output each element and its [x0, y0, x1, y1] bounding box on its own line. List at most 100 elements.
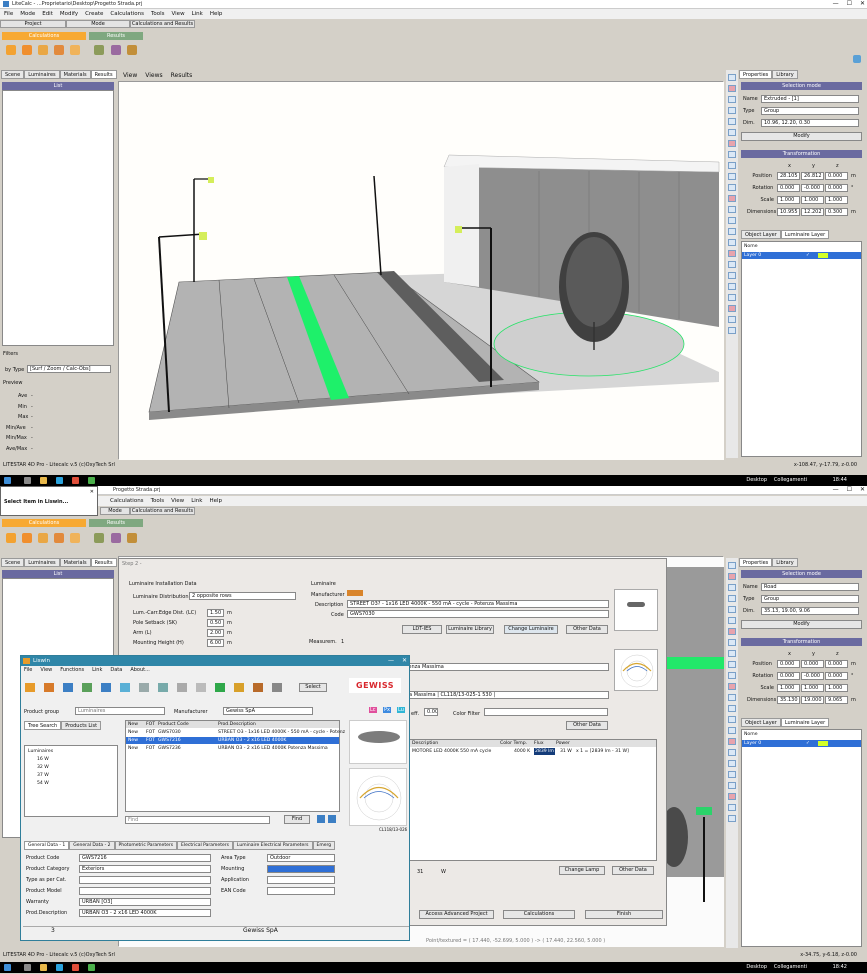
finish-button[interactable]: Finish [585, 910, 663, 919]
liswin-menu-item[interactable]: Data [110, 667, 122, 673]
transform-field[interactable]: 0.000 [801, 660, 824, 668]
tool-icon[interactable] [728, 683, 736, 690]
transform-field[interactable]: 0.000 [825, 660, 848, 668]
tool-icon[interactable] [728, 694, 736, 701]
tool-icon[interactable] [728, 804, 736, 811]
tool-icon[interactable] [728, 140, 736, 147]
menu-item[interactable]: View [172, 11, 185, 17]
layer-color-swatch-2[interactable] [818, 741, 828, 746]
gd-field[interactable]: Exteriors [79, 865, 211, 873]
px-badge[interactable]: Px [383, 707, 391, 713]
tab-library[interactable]: Library [772, 70, 798, 79]
transform-field[interactable]: 1.000 [825, 684, 848, 692]
tool-icon[interactable] [728, 562, 736, 569]
tool-icon[interactable] [728, 305, 736, 312]
find-button[interactable]: Find [284, 815, 310, 824]
results-icon-1b[interactable] [94, 533, 104, 543]
transform-field[interactable]: 1.000 [777, 196, 800, 204]
tab-properties-2[interactable]: Properties [739, 558, 773, 567]
liswin-tool-icon[interactable] [120, 683, 130, 692]
tool-icon[interactable] [728, 606, 736, 613]
layer-list-2[interactable]: Nome Layer 0 ✓ [741, 729, 862, 947]
prop-field[interactable]: Road [761, 583, 859, 591]
tool-icon[interactable] [728, 815, 736, 822]
general-tab[interactable]: Emerg [312, 841, 336, 850]
gd-right-field[interactable] [267, 887, 335, 895]
maximize-icon-2[interactable]: ☐ [847, 486, 852, 493]
task-icon-2[interactable] [24, 964, 31, 971]
tab-scene[interactable]: Scene [1, 70, 25, 79]
menu-item[interactable]: Help [210, 11, 223, 17]
help-icon[interactable] [853, 55, 861, 63]
transform-field[interactable]: 0.000 [825, 172, 848, 180]
tool-icon[interactable] [728, 283, 736, 290]
transform-field[interactable]: 0.300 [825, 208, 848, 216]
tab-object-layer-2[interactable]: Object Layer [741, 718, 781, 727]
prop-field[interactable]: 35.13, 19.00, 9.06 [761, 607, 859, 615]
liswin-tool-icon[interactable] [139, 683, 149, 692]
tool-icon[interactable] [728, 793, 736, 800]
tool-icon[interactable] [728, 272, 736, 279]
modify-button[interactable]: Modify [741, 132, 862, 141]
change-lamp-button[interactable]: Change Lamp [559, 866, 605, 875]
transform-field[interactable]: 1.000 [777, 684, 800, 692]
ldt-ies-button[interactable]: LDT-IES [402, 625, 442, 634]
tab-results[interactable]: Results [90, 70, 117, 79]
menu-item[interactable]: Link [191, 498, 202, 504]
tab-results-2[interactable]: Results [90, 558, 117, 567]
tool-icon[interactable] [728, 771, 736, 778]
tool-icon[interactable] [728, 151, 736, 158]
general-tab[interactable]: Electrical Parameters [177, 841, 233, 850]
tab-luminaires[interactable]: Luminaires [24, 70, 60, 79]
tab-properties[interactable]: Properties [739, 70, 773, 79]
results-list[interactable] [2, 90, 114, 346]
gd-field[interactable] [79, 887, 211, 895]
menu-item[interactable]: Tools [151, 11, 165, 17]
product-list[interactable]: New FOT Product Code Prod.Description New FOT… [125, 720, 345, 812]
color-filter-field[interactable] [484, 708, 608, 716]
tool-icon[interactable] [728, 738, 736, 745]
ribbon-results-2[interactable]: Results [89, 519, 143, 527]
menu-item[interactable]: File [4, 11, 13, 17]
general-tab[interactable]: General Data - 2 [69, 841, 115, 850]
close-icon-2[interactable]: ✕ [860, 486, 865, 493]
folder-icon-2[interactable] [40, 964, 47, 971]
modify-button-2[interactable]: Modify [741, 620, 862, 629]
app-icon-2b[interactable] [88, 964, 95, 971]
transform-field[interactable]: 0.000 [825, 184, 848, 192]
prev-icon[interactable] [317, 815, 325, 823]
general-tab[interactable]: Photometric Parameters [114, 841, 178, 850]
results-icon-2b[interactable] [111, 533, 121, 543]
transform-field[interactable]: 35.130 [777, 696, 800, 704]
gd-right-field[interactable] [267, 876, 335, 884]
liswin-tool-icon[interactable] [272, 683, 282, 692]
browser-icon[interactable] [56, 477, 63, 484]
transform-field[interactable]: 1.000 [825, 196, 848, 204]
menu-item[interactable]: View [171, 498, 184, 504]
transform-field[interactable]: 10.955 [777, 208, 800, 216]
tool-icon[interactable] [728, 749, 736, 756]
menu-views[interactable]: Views [145, 72, 162, 79]
distribution-select[interactable]: 2 opposite rows [189, 592, 296, 600]
menu-item[interactable]: Tools [151, 498, 165, 504]
tool-icon[interactable] [728, 760, 736, 767]
tool-icon[interactable] [728, 228, 736, 235]
tool-icon[interactable] [728, 239, 736, 246]
tool-icon[interactable] [728, 206, 736, 213]
liswin-tool-icon[interactable] [101, 683, 111, 692]
select-button[interactable]: Select [299, 683, 327, 692]
manufacturer-select[interactable]: Gewiss SpA [223, 707, 313, 715]
next-icon[interactable] [328, 815, 336, 823]
tab-luminaire-layer[interactable]: Luminaire Layer [780, 230, 830, 239]
minimize-icon-2[interactable]: — [833, 486, 839, 493]
calc-icon-5b[interactable] [70, 533, 80, 543]
browser-icon-2[interactable] [56, 964, 63, 971]
liswin-tool-icon[interactable] [25, 683, 35, 692]
liswin-menu-item[interactable]: File [24, 667, 32, 673]
tool-icon[interactable] [728, 639, 736, 646]
start-icon[interactable] [4, 477, 11, 484]
layer-color-swatch[interactable] [818, 253, 828, 258]
transform-field[interactable]: 9.065 [825, 696, 848, 704]
general-tab[interactable]: Luminaire Electrical Parameters [232, 841, 313, 850]
lamp-table[interactable]: Description Color Temp. Flux Power MOTOR… [409, 739, 657, 861]
